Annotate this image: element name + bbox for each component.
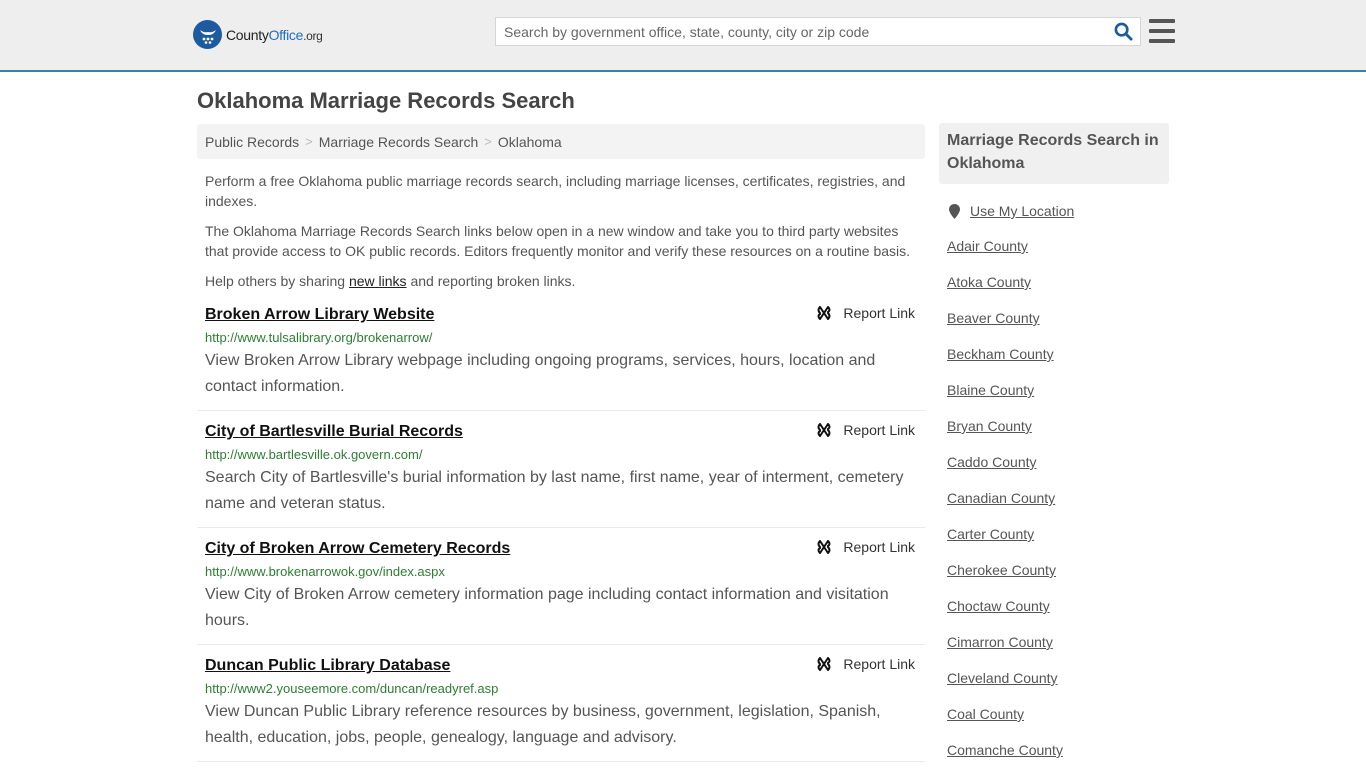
breadcrumb-public-records[interactable]: Public Records xyxy=(205,134,299,150)
site-header: CountyOffice.org xyxy=(0,0,1366,72)
county-list: Adair County Atoka County Beaver County … xyxy=(939,237,1169,759)
resource-description: View City of Broken Arrow cemetery infor… xyxy=(205,586,889,629)
resource-description: View Duncan Public Library reference res… xyxy=(205,703,881,746)
report-link-button[interactable]: Report Link xyxy=(816,656,915,672)
eagle-logo-icon xyxy=(193,20,222,49)
county-item: Cleveland County xyxy=(947,669,1169,687)
county-link[interactable]: Canadian County xyxy=(947,490,1055,506)
report-link-button[interactable]: Report Link xyxy=(816,539,915,555)
county-link[interactable]: Cimarron County xyxy=(947,634,1053,650)
county-item: Bryan County xyxy=(947,417,1169,435)
search-input[interactable] xyxy=(496,18,1106,45)
intro-paragraph: The Oklahoma Marriage Records Search lin… xyxy=(205,223,911,259)
county-item: Carter County xyxy=(947,525,1169,543)
resource-entry: Broken Arrow Library Website Report Link… xyxy=(197,305,925,411)
breadcrumb-separator: > xyxy=(484,134,492,149)
county-link[interactable]: Comanche County xyxy=(947,742,1063,758)
resource-description: Search City of Bartlesville's burial inf… xyxy=(205,469,904,512)
report-link-button[interactable]: Report Link xyxy=(816,305,915,321)
county-item: Comanche County xyxy=(947,741,1169,759)
county-item: Beckham County xyxy=(947,345,1169,363)
resource-url: http://www.tulsalibrary.org/brokenarrow/ xyxy=(205,330,433,345)
search-button[interactable] xyxy=(1106,18,1140,45)
sidebar: Marriage Records Search in Oklahoma Use … xyxy=(939,123,1169,759)
breadcrumb-marriage-records[interactable]: Marriage Records Search xyxy=(319,134,479,150)
county-link[interactable]: Atoka County xyxy=(947,274,1031,290)
county-item: Atoka County xyxy=(947,273,1169,291)
county-item: Adair County xyxy=(947,237,1169,255)
county-link[interactable]: Blaine County xyxy=(947,382,1034,398)
search-bar xyxy=(495,17,1141,46)
county-item: Choctaw County xyxy=(947,597,1169,615)
resource-entry: Duncan Public Library Database Report Li… xyxy=(197,645,925,762)
county-item: Blaine County xyxy=(947,381,1169,399)
county-link[interactable]: Adair County xyxy=(947,238,1028,254)
intro-paragraph: Perform a free Oklahoma public marriage … xyxy=(205,173,906,209)
site-logo[interactable]: CountyOffice.org xyxy=(193,20,323,49)
county-link[interactable]: Beckham County xyxy=(947,346,1054,362)
county-link[interactable]: Beaver County xyxy=(947,310,1040,326)
search-icon xyxy=(1114,22,1133,41)
county-item: Caddo County xyxy=(947,453,1169,471)
intro-text: Perform a free Oklahoma public marriage … xyxy=(197,171,925,291)
broken-link-icon xyxy=(817,306,831,320)
resource-url: http://www.brokenarrowok.gov/index.aspx xyxy=(205,564,445,579)
use-my-location-link[interactable]: Use My Location xyxy=(970,203,1074,219)
report-link-button[interactable]: Report Link xyxy=(816,422,915,438)
resource-entry: City of Bartlesville Burial Records Repo… xyxy=(197,411,925,528)
county-item: Coal County xyxy=(947,705,1169,723)
resource-list: Broken Arrow Library Website Report Link… xyxy=(197,305,925,762)
map-pin-icon xyxy=(949,203,960,219)
breadcrumb: Public Records > Marriage Records Search… xyxy=(197,124,925,159)
broken-link-icon xyxy=(817,540,831,554)
county-item: Cherokee County xyxy=(947,561,1169,579)
resource-title-link[interactable]: City of Bartlesville Burial Records xyxy=(205,422,463,442)
county-link[interactable]: Carter County xyxy=(947,526,1034,542)
logo-text: CountyOffice.org xyxy=(226,26,323,43)
county-link[interactable]: Cleveland County xyxy=(947,670,1058,686)
resource-description: View Broken Arrow Library webpage includ… xyxy=(205,352,876,395)
county-link[interactable]: Choctaw County xyxy=(947,598,1050,614)
resource-title-link[interactable]: Broken Arrow Library Website xyxy=(205,305,434,325)
help-paragraph: Help others by sharing new links and rep… xyxy=(205,273,576,289)
county-link[interactable]: Bryan County xyxy=(947,418,1032,434)
new-links-link[interactable]: new links xyxy=(349,273,407,289)
use-location: Use My Location xyxy=(939,203,1169,219)
resource-title-link[interactable]: Duncan Public Library Database xyxy=(205,656,450,676)
broken-link-icon xyxy=(817,657,831,671)
hamburger-menu-icon[interactable] xyxy=(1149,19,1175,43)
broken-link-icon xyxy=(817,423,831,437)
breadcrumb-separator: > xyxy=(305,134,313,149)
resource-url: http://www2.youseemore.com/duncan/readyr… xyxy=(205,681,499,696)
sidebar-heading: Marriage Records Search in Oklahoma xyxy=(939,123,1169,184)
breadcrumb-current: Oklahoma xyxy=(497,133,562,150)
county-item: Canadian County xyxy=(947,489,1169,507)
county-item: Beaver County xyxy=(947,309,1169,327)
resource-entry: City of Broken Arrow Cemetery Records Re… xyxy=(197,528,925,645)
county-link[interactable]: Coal County xyxy=(947,706,1024,722)
county-link[interactable]: Cherokee County xyxy=(947,562,1056,578)
county-link[interactable]: Caddo County xyxy=(947,454,1037,470)
resource-title-link[interactable]: City of Broken Arrow Cemetery Records xyxy=(205,539,510,559)
county-item: Cimarron County xyxy=(947,633,1169,651)
main-content: Public Records > Marriage Records Search… xyxy=(197,124,925,762)
resource-url: http://www.bartlesville.ok.govern.com/ xyxy=(205,447,423,462)
page-title: Oklahoma Marriage Records Search xyxy=(197,88,575,113)
